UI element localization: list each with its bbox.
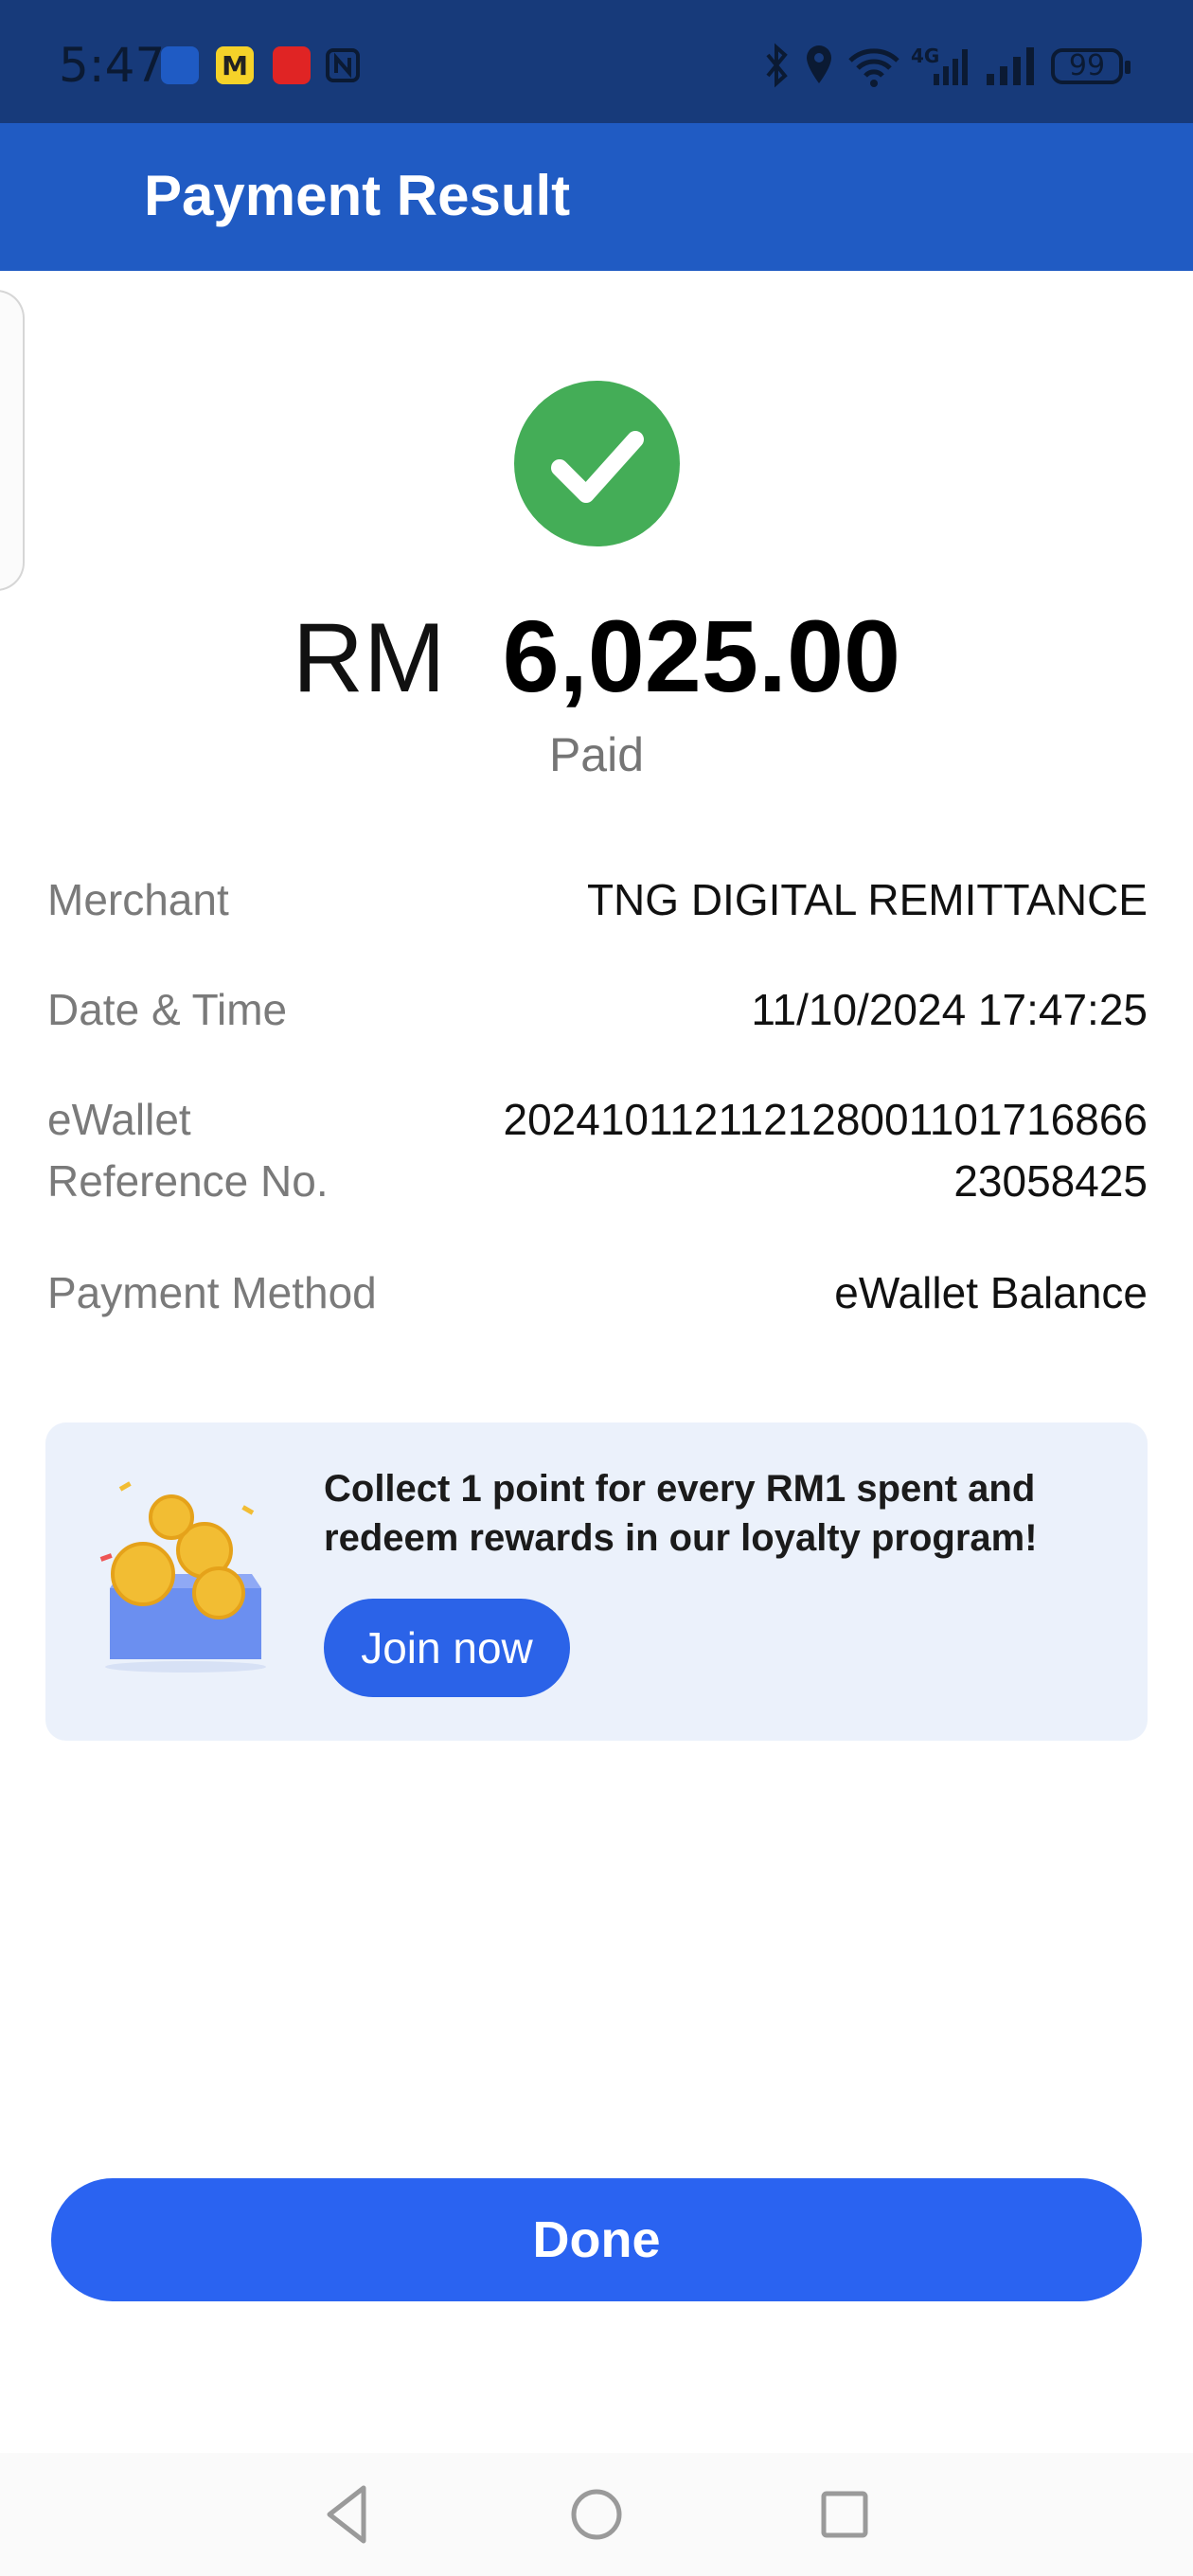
payment-status-text: Paid xyxy=(548,728,645,781)
done-button[interactable]: Done xyxy=(51,2178,1142,2301)
detail-row-payment-method: Payment Method eWallet Balance xyxy=(47,1262,1148,1324)
svg-text:4G: 4G xyxy=(911,45,939,67)
svg-text:M: M xyxy=(222,50,248,81)
bluetooth-icon xyxy=(766,43,788,88)
detail-value: 2024101121121280011017168​66 23058425 xyxy=(504,1089,1148,1212)
touch-n-go-app-icon xyxy=(161,46,199,84)
back-icon[interactable] xyxy=(322,2477,371,2552)
m-app-icon: M xyxy=(216,46,254,84)
loyalty-promo-card: Collect 1 point for every RM1 spent and … xyxy=(45,1422,1148,1741)
wifi-icon xyxy=(848,48,899,87)
detail-label-line: eWallet xyxy=(47,1095,191,1144)
promo-text: Collect 1 point for every RM1 spent and … xyxy=(324,1468,1038,1559)
detail-value: 11/10/2024 17:47:25 xyxy=(751,985,1148,1034)
currency-label: RM xyxy=(292,603,446,713)
detail-row-reference: eWallet Reference No. 202410112112128001… xyxy=(47,1089,1148,1212)
signal-4g-icon: 4G xyxy=(911,45,968,85)
nfc-icon xyxy=(324,46,362,84)
detail-label: Merchant xyxy=(47,875,229,924)
gift-coins-box-icon xyxy=(99,1481,266,1673)
home-icon[interactable] xyxy=(568,2477,625,2552)
detail-label: Date & Time xyxy=(47,985,288,1034)
payment-amount: RM 6,025.00 xyxy=(0,597,1193,715)
reference-number-line: 23058425 xyxy=(953,1156,1148,1206)
detail-row-datetime: Date & Time 11/10/2024 17:47:25 xyxy=(47,979,1148,1041)
detail-label-line: Reference No. xyxy=(47,1156,329,1206)
status-bar: 5:47 M 4G 99 xyxy=(0,0,1193,123)
detail-value: TNG DIGITAL REMITTANCE xyxy=(586,875,1148,924)
page-title: Payment Result xyxy=(144,164,571,227)
system-nav-bar xyxy=(0,2453,1193,2576)
location-icon xyxy=(807,45,831,83)
detail-row-merchant: Merchant TNG DIGITAL REMITTANCE xyxy=(47,869,1148,931)
red-app-icon xyxy=(273,46,311,84)
side-drawer-handle[interactable] xyxy=(0,290,25,591)
detail-label: Payment Method xyxy=(47,1268,377,1317)
join-now-button[interactable]: Join now xyxy=(324,1599,570,1697)
reference-number-line: 2024101121121280011017168​66 xyxy=(503,1095,1148,1144)
amount-value: 6,025.00 xyxy=(502,599,901,713)
success-check-icon xyxy=(514,381,680,546)
app-bar: Payment Result xyxy=(0,123,1193,271)
signal-icon xyxy=(987,47,1034,85)
status-time: 5:47 xyxy=(59,38,166,93)
detail-value: eWallet Balance xyxy=(834,1268,1148,1317)
detail-label: eWallet Reference No. xyxy=(47,1089,329,1212)
battery-indicator: 99 xyxy=(1051,48,1131,84)
recents-icon[interactable] xyxy=(818,2477,871,2552)
